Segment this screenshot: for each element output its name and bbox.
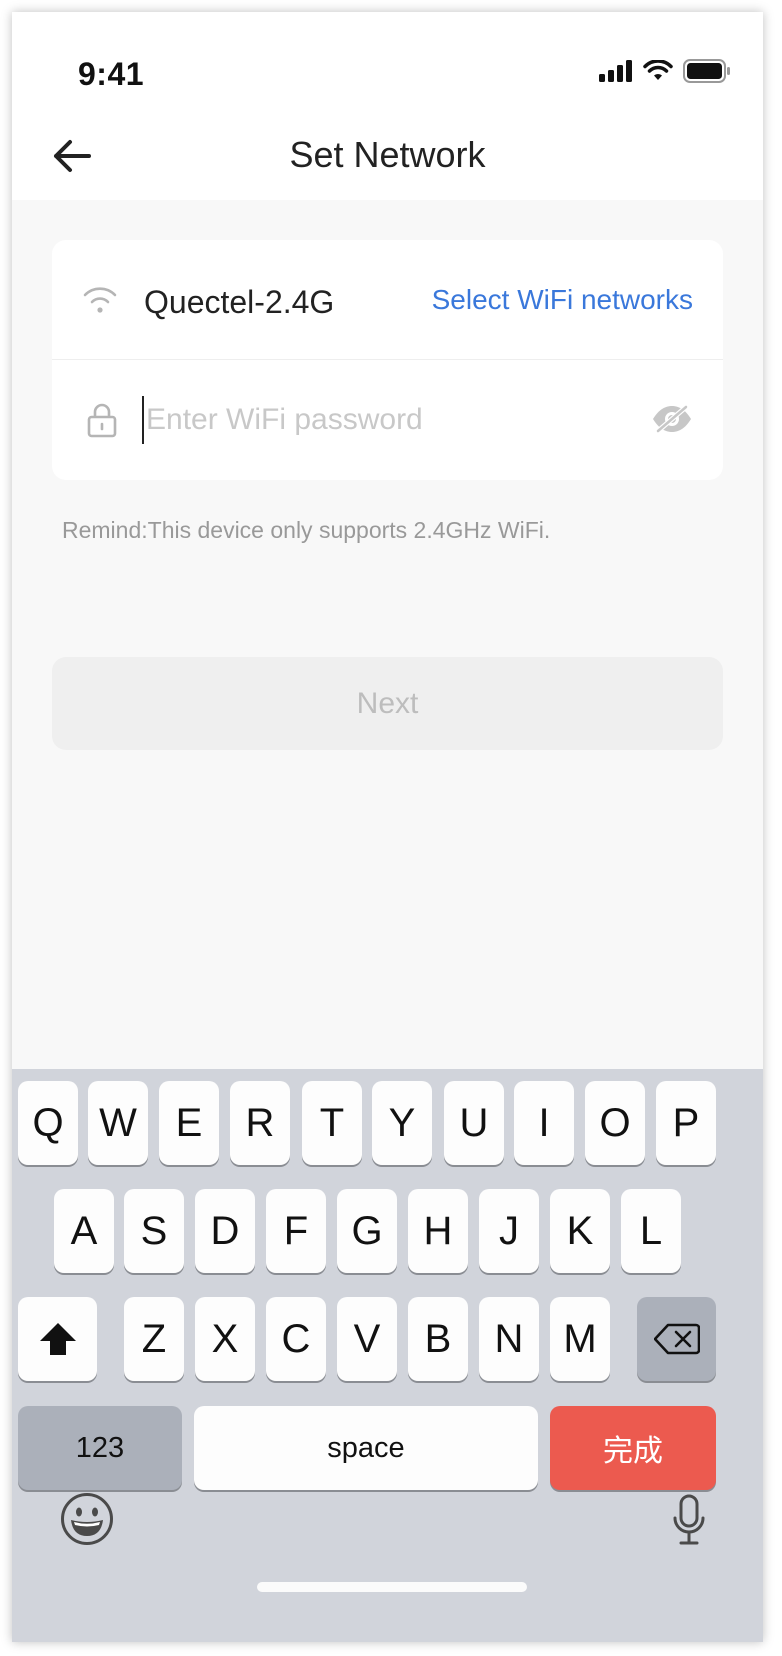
wifi-password-input[interactable] — [142, 396, 602, 444]
delete-key[interactable] — [637, 1297, 716, 1381]
password-row — [52, 360, 723, 480]
nav-bar: Set Network — [12, 112, 763, 200]
emoji-icon[interactable] — [60, 1492, 114, 1546]
wifi-icon — [83, 287, 117, 313]
done-key[interactable]: 完成 — [550, 1406, 716, 1490]
key-o[interactable]: O — [585, 1081, 645, 1165]
space-key[interactable]: space — [194, 1406, 538, 1490]
key-l[interactable]: L — [621, 1189, 681, 1273]
key-z[interactable]: Z — [124, 1297, 184, 1381]
key-y[interactable]: Y — [372, 1081, 432, 1165]
key-f[interactable]: F — [266, 1189, 326, 1273]
shift-icon — [39, 1323, 76, 1355]
mic-icon[interactable] — [672, 1494, 706, 1546]
key-d[interactable]: D — [195, 1189, 255, 1273]
key-g[interactable]: G — [337, 1189, 397, 1273]
eye-off-icon[interactable] — [651, 404, 693, 434]
key-j[interactable]: J — [479, 1189, 539, 1273]
key-p[interactable]: P — [656, 1081, 716, 1165]
backspace-icon — [653, 1323, 700, 1355]
numbers-key[interactable]: 123 — [18, 1406, 182, 1490]
wifi-status-icon — [643, 60, 673, 80]
key-c[interactable]: C — [266, 1297, 326, 1381]
wifi-network-name: Quectel-2.4G — [144, 284, 335, 320]
lock-icon — [87, 403, 117, 438]
key-w[interactable]: W — [88, 1081, 148, 1165]
key-v[interactable]: V — [337, 1297, 397, 1381]
key-b[interactable]: B — [408, 1297, 468, 1381]
phone-screen: 9:41 Set Network Quectel-2.4G Select WiF… — [12, 12, 763, 1642]
key-s[interactable]: S — [124, 1189, 184, 1273]
key-i[interactable]: I — [514, 1081, 574, 1165]
shift-key[interactable] — [18, 1297, 97, 1381]
page-title: Set Network — [289, 134, 486, 175]
remind-text: Remind:This device only supports 2.4GHz … — [62, 517, 551, 543]
wifi-row: Quectel-2.4G Select WiFi networks — [52, 240, 723, 360]
key-e[interactable]: E — [159, 1081, 219, 1165]
network-card: Quectel-2.4G Select WiFi networks — [52, 240, 723, 480]
status-time: 9:41 — [78, 56, 145, 92]
status-icons — [599, 56, 731, 86]
select-wifi-link[interactable]: Select WiFi networks — [432, 284, 693, 316]
status-bar: 9:41 — [12, 12, 763, 112]
key-u[interactable]: U — [444, 1081, 504, 1165]
key-m[interactable]: M — [550, 1297, 610, 1381]
battery-icon — [683, 59, 730, 83]
key-h[interactable]: H — [408, 1189, 468, 1273]
key-k[interactable]: K — [550, 1189, 610, 1273]
next-button[interactable]: Next — [52, 657, 723, 750]
key-t[interactable]: T — [302, 1081, 362, 1165]
signal-icon — [599, 60, 632, 82]
key-x[interactable]: X — [195, 1297, 255, 1381]
key-n[interactable]: N — [479, 1297, 539, 1381]
home-indicator — [257, 1582, 527, 1592]
key-a[interactable]: A — [54, 1189, 114, 1273]
key-r[interactable]: R — [230, 1081, 290, 1165]
key-q[interactable]: Q — [18, 1081, 78, 1165]
